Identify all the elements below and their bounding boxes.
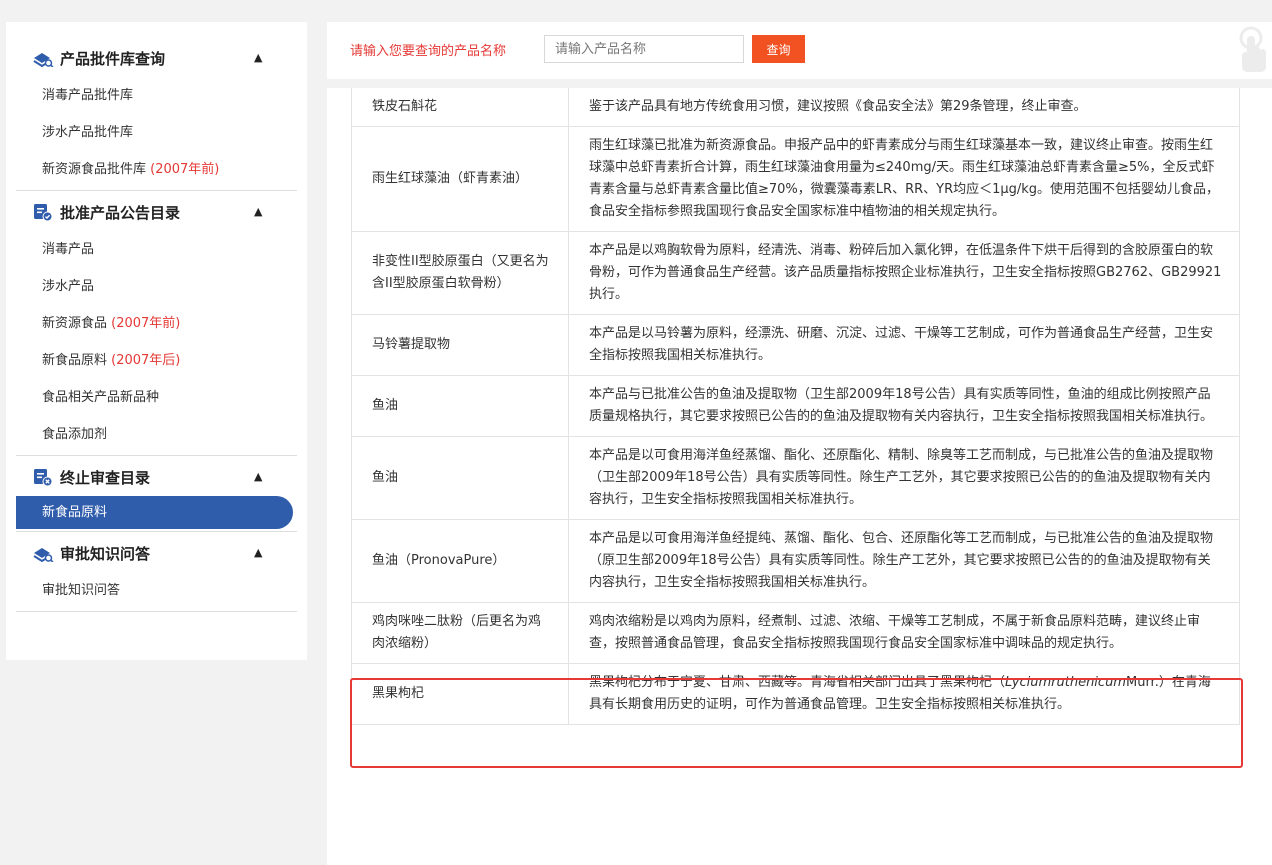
- product-name-cell: 铁皮石斛花: [351, 88, 569, 127]
- sidebar-group-terminated-list[interactable]: 终止审查目录 ▲: [6, 458, 307, 496]
- sidebar-item-label: 新资源食品: [42, 316, 108, 331]
- sidebar-item-disinfection-db[interactable]: 消毒产品批件库: [6, 77, 307, 114]
- product-desc-cell: 本产品是以鸡胸软骨为原料，经清洗、消毒、粉碎后加入氯化钾，在低温条件下烘干后得到…: [568, 231, 1240, 315]
- sidebar-item-terminated-new-food-materials[interactable]: 新食品原料: [16, 496, 293, 529]
- sidebar-item-suffix: (2007年前): [150, 162, 220, 177]
- product-desc-cell: 黑果枸杞分布于宁夏、甘肃、西藏等。青海省相关部门出具了黑果枸杞（Lyciumru…: [568, 663, 1240, 725]
- desc-text: 黑果枸杞分布于宁夏、甘肃、西藏等。青海省相关部门出具了黑果枸杞（: [589, 675, 1006, 690]
- sidebar-group-knowledge-qa[interactable]: 审批知识问答 ▲: [6, 534, 307, 572]
- database-search-icon: [32, 47, 54, 69]
- sidebar-item-suffix: (2007年后): [111, 353, 181, 368]
- sidebar-item-label: 食品添加剂: [42, 427, 108, 442]
- sidebar-item-food-related-new-varieties[interactable]: 食品相关产品新品种: [6, 379, 307, 416]
- product-desc-cell: 鸡肉浓缩粉是以鸡肉为原料，经煮制、过滤、浓缩、干燥等工艺制成，不属于新食品原料范…: [568, 602, 1240, 664]
- sidebar-item-label: 新资源食品批件库: [42, 162, 147, 177]
- sidebar-item-water-products[interactable]: 涉水产品: [6, 268, 307, 305]
- table-row: 鱼油 本产品是以可食用海洋鱼经蒸馏、酯化、还原酯化、精制、除臭等工艺而制成，与已…: [351, 436, 1240, 520]
- product-desc-cell: 本产品是以可食用海洋鱼经提纯、蒸馏、酯化、包合、还原酯化等工艺而制成，与已批准公…: [568, 519, 1240, 603]
- sidebar-item-approval-qa[interactable]: 审批知识问答: [6, 572, 307, 609]
- sidebar-group-title: 终止审查目录: [60, 468, 151, 487]
- sidebar-item-label: 消毒产品批件库: [42, 88, 134, 103]
- sidebar-divider: [16, 190, 297, 191]
- sidebar-divider: [16, 531, 297, 532]
- product-name-cell: 鱼油: [351, 375, 569, 437]
- product-name-cell: 黑果枸杞: [351, 663, 569, 725]
- product-desc-cell: 本产品与已批准公告的鱼油及提取物（卫生部2009年18号公告）具有实质等同性，鱼…: [568, 375, 1240, 437]
- search-label: 请输入您要查询的产品名称: [350, 44, 507, 59]
- touch-hand-icon: [1234, 26, 1268, 72]
- table-row: 鱼油（PronovaPure） 本产品是以可食用海洋鱼经提纯、蒸馏、酯化、包合、…: [351, 519, 1240, 603]
- sidebar-item-suffix: (2007年前): [111, 316, 181, 331]
- terminated-list-icon: [32, 466, 54, 488]
- product-desc-cell: 鉴于该产品具有地方传统食用习惯，建议按照《食品安全法》第29条管理，终止审查。: [568, 88, 1240, 127]
- sidebar-item-food-additives[interactable]: 食品添加剂: [6, 416, 307, 453]
- product-name-cell: 鸡肉咪唑二肽粉（后更名为鸡肉浓缩粉）: [351, 602, 569, 664]
- table-row-highlighted: 鸡肉咪唑二肽粉（后更名为鸡肉浓缩粉） 鸡肉浓缩粉是以鸡肉为原料，经煮制、过滤、浓…: [351, 602, 1240, 664]
- sidebar-item-label: 消毒产品: [42, 242, 95, 257]
- approved-list-icon: [32, 201, 54, 223]
- search-bar: 请输入您要查询的产品名称 查询: [327, 22, 1272, 79]
- table-row: 雨生红球藻油（虾青素油） 雨生红球藻已批准为新资源食品。申报产品中的虾青素成分与…: [351, 126, 1240, 232]
- sidebar-item-new-food-materials[interactable]: 新食品原料 (2007年后): [6, 342, 307, 379]
- table-row: 非变性II型胶原蛋白（又更名为含II型胶原蛋白软骨粉） 本产品是以鸡胸软骨为原料…: [351, 231, 1240, 315]
- sidebar-group-title: 产品批件库查询: [60, 49, 166, 68]
- sidebar-item-new-resource-food[interactable]: 新资源食品 (2007年前): [6, 305, 307, 342]
- sidebar-item-label: 涉水产品批件库: [42, 125, 134, 140]
- sidebar-item-label: 食品相关产品新品种: [42, 390, 160, 405]
- product-name-cell: 鱼油（PronovaPure）: [351, 519, 569, 603]
- sidebar-item-label: 审批知识问答: [42, 583, 121, 598]
- product-name-cell: 非变性II型胶原蛋白（又更名为含II型胶原蛋白软骨粉）: [351, 231, 569, 315]
- sidebar-group-approved-list[interactable]: 批准产品公告目录 ▲: [6, 193, 307, 231]
- caret-up-icon[interactable]: ▲: [254, 546, 262, 559]
- table-row: 铁皮石斛花 鉴于该产品具有地方传统食用习惯，建议按照《食品安全法》第29条管理，…: [351, 88, 1240, 127]
- latin-name: Lyciumruthenicum: [1005, 675, 1126, 690]
- product-name-cell: 鱼油: [351, 436, 569, 520]
- table-row: 鱼油 本产品与已批准公告的鱼油及提取物（卫生部2009年18号公告）具有实质等同…: [351, 375, 1240, 437]
- product-desc-cell: 本产品是以可食用海洋鱼经蒸馏、酯化、还原酯化、精制、除臭等工艺而制成，与已批准公…: [568, 436, 1240, 520]
- caret-up-icon[interactable]: ▲: [254, 205, 262, 218]
- product-desc-cell: 本产品是以马铃薯为原料，经漂洗、研磨、沉淀、过滤、干燥等工艺制成，可作为普通食品…: [568, 314, 1240, 376]
- sidebar-item-disinfection-products[interactable]: 消毒产品: [6, 231, 307, 268]
- product-name-cell: 马铃薯提取物: [351, 314, 569, 376]
- product-desc-cell: 雨生红球藻已批准为新资源食品。申报产品中的虾青素成分与雨生红球藻基本一致，建议终…: [568, 126, 1240, 232]
- sidebar: 产品批件库查询 ▲ 消毒产品批件库 涉水产品批件库 新资源食品批件库 (2007…: [6, 22, 307, 660]
- table-row: 黑果枸杞 黑果枸杞分布于宁夏、甘肃、西藏等。青海省相关部门出具了黑果枸杞（Lyc…: [351, 663, 1240, 725]
- results-table: 铁皮石斛花 鉴于该产品具有地方传统食用习惯，建议按照《食品安全法》第29条管理，…: [351, 88, 1240, 725]
- sidebar-group-title: 审批知识问答: [60, 544, 151, 563]
- search-input[interactable]: [544, 35, 744, 63]
- sidebar-group-product-approval-db[interactable]: 产品批件库查询 ▲: [6, 39, 307, 77]
- knowledge-qa-icon: [32, 542, 54, 564]
- results-panel: 铁皮石斛花 鉴于该产品具有地方传统食用习惯，建议按照《食品安全法》第29条管理，…: [327, 88, 1272, 865]
- sidebar-item-water-db[interactable]: 涉水产品批件库: [6, 114, 307, 151]
- sidebar-item-label: 新食品原料: [42, 505, 108, 520]
- sidebar-divider: [16, 455, 297, 456]
- product-name-cell: 雨生红球藻油（虾青素油）: [351, 126, 569, 232]
- sidebar-group-title: 批准产品公告目录: [60, 203, 181, 222]
- search-button[interactable]: 查询: [752, 35, 805, 63]
- sidebar-item-label: 新食品原料: [42, 353, 108, 368]
- caret-up-icon[interactable]: ▲: [254, 470, 262, 483]
- sidebar-divider: [16, 611, 297, 612]
- sidebar-item-label: 涉水产品: [42, 279, 95, 294]
- sidebar-item-new-resource-food-db[interactable]: 新资源食品批件库 (2007年前): [6, 151, 307, 188]
- caret-up-icon[interactable]: ▲: [254, 51, 262, 64]
- table-row: 马铃薯提取物 本产品是以马铃薯为原料，经漂洗、研磨、沉淀、过滤、干燥等工艺制成，…: [351, 314, 1240, 376]
